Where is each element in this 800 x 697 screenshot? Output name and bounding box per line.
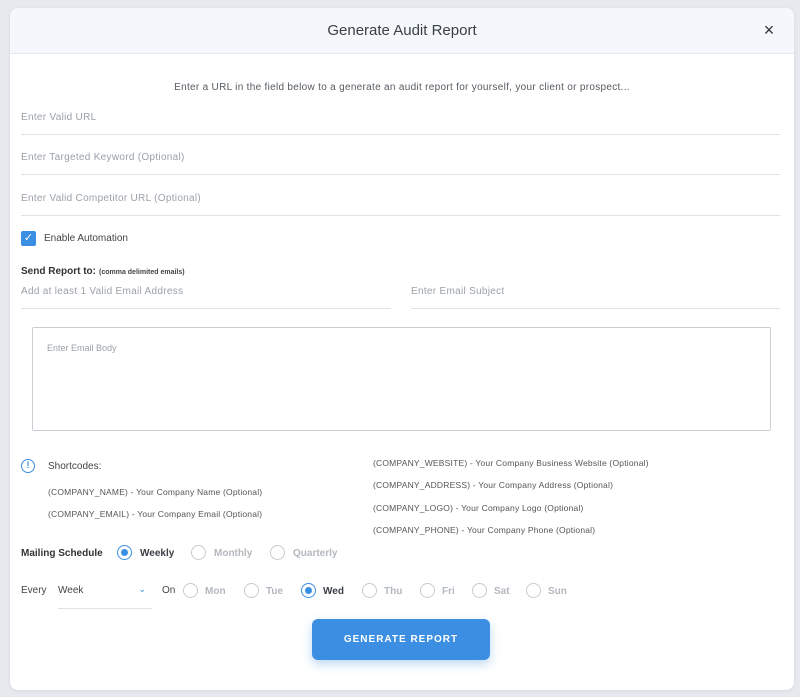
every-label: Every [21, 585, 47, 596]
radio-day-mon[interactable] [183, 583, 198, 598]
enable-automation-label: Enable Automation [44, 233, 128, 244]
keyword-field-wrapper [21, 141, 780, 175]
shortcode-company-email: (COMPANY_EMAIL) - Your Company Email (Op… [48, 509, 263, 519]
chevron-down-icon: ⌄ [138, 584, 146, 594]
url-field-wrapper [21, 101, 780, 135]
day-label-tue: Tue [266, 586, 284, 597]
shortcode-company-name: (COMPANY_NAME) - Your Company Name (Opti… [48, 487, 263, 497]
close-icon[interactable]: × [758, 19, 780, 41]
modal-header: Generate Audit Report × [10, 8, 794, 54]
on-label: On [162, 585, 176, 596]
day-label-fri: Fri [442, 586, 455, 597]
modal-title: Generate Audit Report [327, 22, 477, 39]
day-label-wed: Wed [323, 586, 344, 597]
mailing-schedule-label: Mailing Schedule [21, 548, 103, 559]
generate-report-button[interactable]: GENERATE REPORT [312, 619, 490, 660]
shortcode-company-phone: (COMPANY_PHONE) - Your Company Phone (Op… [373, 525, 596, 535]
day-label-sat: Sat [494, 586, 510, 597]
email-field-wrapper [21, 275, 391, 309]
radio-monthly[interactable] [191, 545, 206, 560]
enable-automation-checkbox[interactable]: ✓ [21, 231, 36, 246]
radio-day-thu[interactable] [362, 583, 377, 598]
shortcodes-title: Shortcodes: [48, 461, 102, 472]
radio-day-tue[interactable] [244, 583, 259, 598]
email-body-textarea[interactable] [33, 328, 770, 430]
frequency-select-value: Week [58, 585, 84, 596]
radio-monthly-label: Monthly [214, 548, 253, 559]
keyword-input[interactable] [21, 141, 780, 174]
radio-day-wed[interactable] [301, 583, 316, 598]
radio-day-fri[interactable] [420, 583, 435, 598]
radio-quarterly-label: Quarterly [293, 548, 338, 559]
shortcode-company-logo: (COMPANY_LOGO) - Your Company Logo (Opti… [373, 503, 584, 513]
info-icon: ! [21, 459, 35, 473]
radio-weekly-label: Weekly [140, 548, 175, 559]
subject-field-wrapper [411, 275, 780, 309]
generate-audit-report-modal: Generate Audit Report × Enter a URL in t… [10, 8, 794, 690]
day-label-thu: Thu [384, 586, 403, 597]
radio-weekly[interactable] [117, 545, 132, 560]
competitor-url-input[interactable] [21, 182, 780, 215]
radio-quarterly[interactable] [270, 545, 285, 560]
day-label-mon: Mon [205, 586, 226, 597]
automation-row: ✓ Enable Automation [21, 231, 128, 246]
intro-text: Enter a URL in the field below to a gene… [174, 82, 630, 93]
day-label-sun: Sun [548, 586, 567, 597]
email-subject-input[interactable] [411, 275, 780, 308]
frequency-select[interactable]: Week ⌄ [58, 578, 152, 609]
shortcode-company-address: (COMPANY_ADDRESS) - Your Company Address… [373, 480, 614, 490]
shortcode-company-website: (COMPANY_WEBSITE) - Your Company Busines… [373, 458, 649, 468]
url-input[interactable] [21, 101, 780, 134]
email-body-wrapper [32, 327, 771, 431]
email-address-input[interactable] [21, 275, 391, 308]
competitor-field-wrapper [21, 182, 780, 216]
radio-day-sun[interactable] [526, 583, 541, 598]
radio-day-sat[interactable] [472, 583, 487, 598]
